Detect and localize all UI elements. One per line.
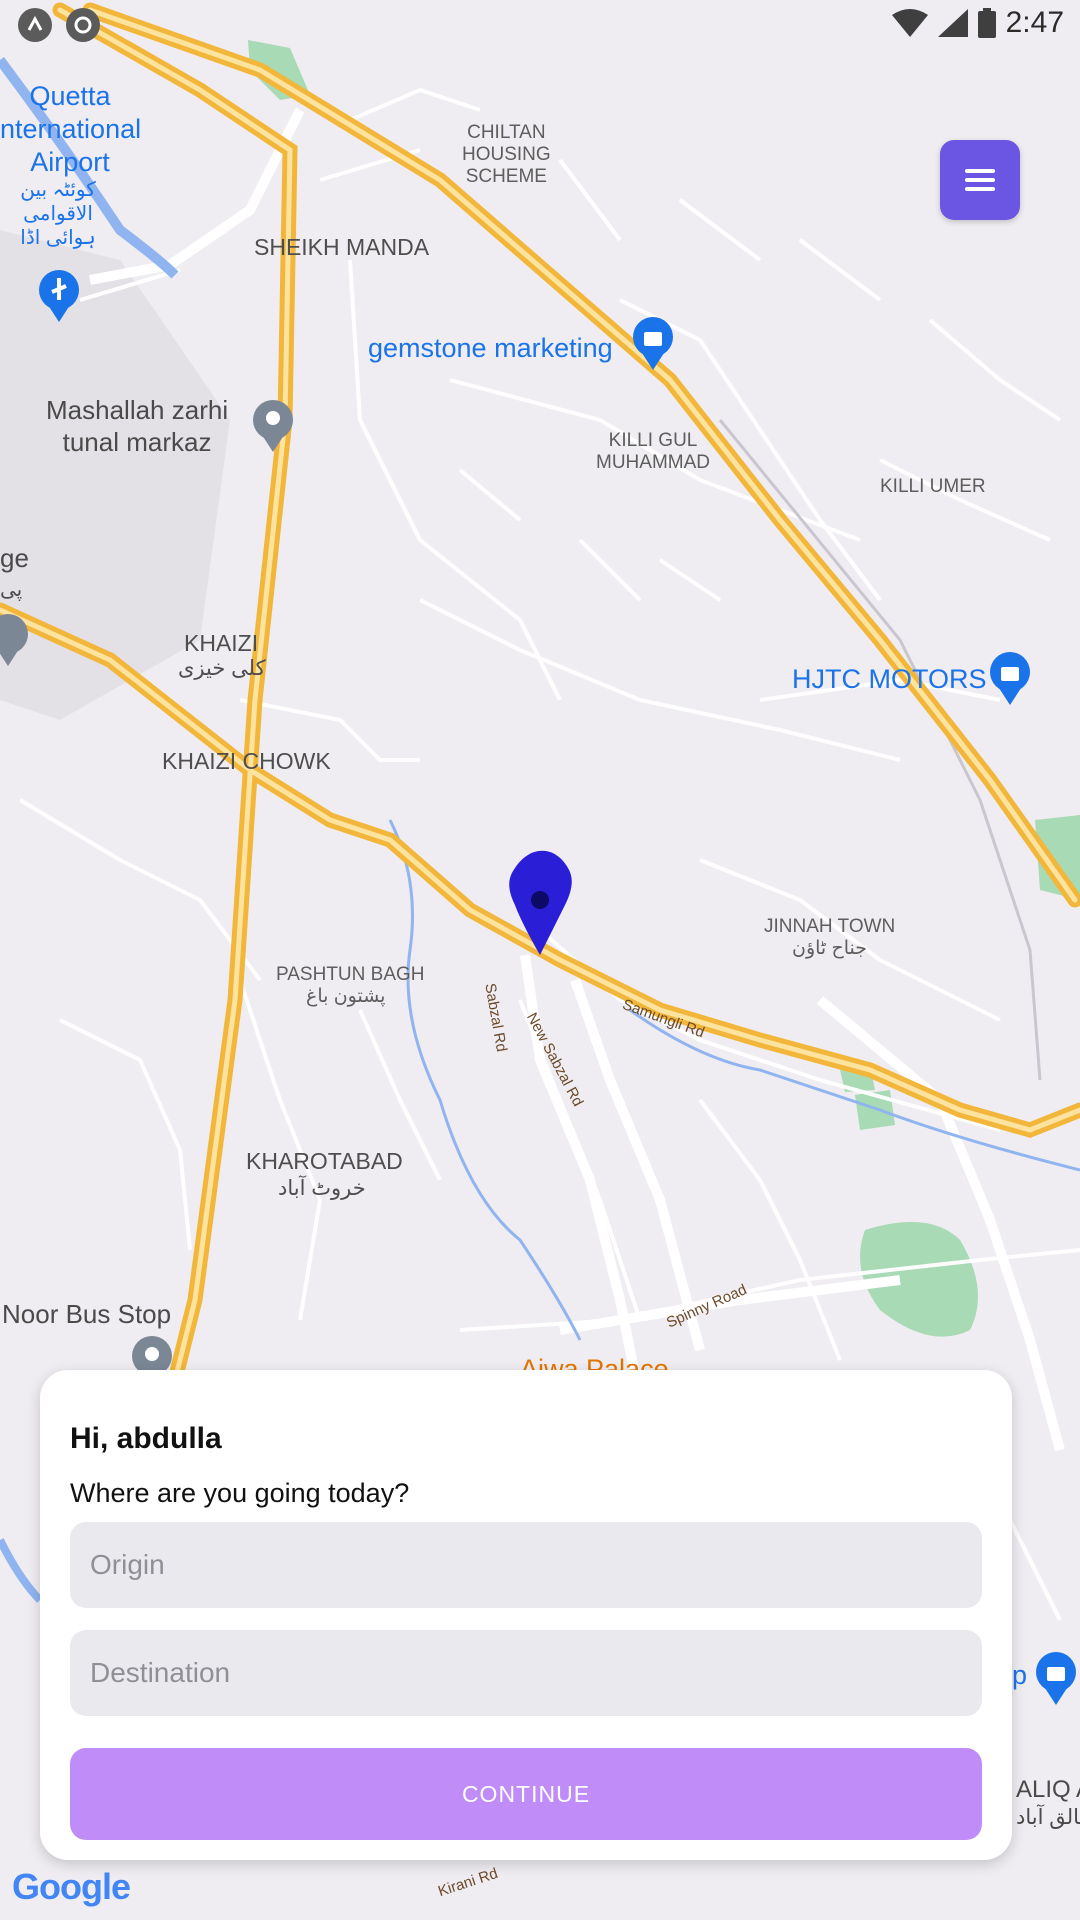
map-label-kharotabad: KHAROTABAD [246, 1148, 403, 1174]
status-bar: 2:47 [0, 0, 1080, 52]
map-label-khaizi-urdu: کلی خیزی [178, 657, 266, 680]
hamburger-icon [965, 169, 995, 191]
map-label-killi-umer: KILLI UMER [880, 476, 986, 497]
map-label-partial: p [1012, 1660, 1028, 1690]
menu-button[interactable] [940, 140, 1020, 220]
cell-signal-icon [937, 9, 968, 37]
app-notification-icon [18, 8, 52, 42]
continue-button[interactable]: CONTINUE [70, 1748, 982, 1840]
map-label-pashtun-bagh-urdu: پشتون باغ [306, 986, 386, 1007]
wifi-icon [891, 9, 928, 37]
map-label-gemstone[interactable]: gemstone marketing [368, 333, 613, 364]
map-label-airport: Quetta nternational Airport [0, 81, 142, 177]
trip-card: Hi, abdulla Where are you going today? C… [40, 1370, 1012, 1860]
map-label-chiltan: CHILTAN HOUSING SCHEME [462, 122, 551, 187]
destination-input[interactable] [70, 1630, 982, 1716]
map-label-ge-urdu: پی [0, 579, 23, 601]
map-label-aliq-urdu: خالق آباد [1016, 1806, 1080, 1829]
origin-input[interactable] [70, 1522, 982, 1608]
map-label-hjtc[interactable]: HJTC MOTORS [792, 664, 987, 695]
map-label-airport-urdu: کوئٹہ بین الاقوامی ہوائی اڈا [20, 179, 96, 249]
battery-icon [977, 8, 996, 38]
map-label-sheikh-manda: SHEIKH MANDA [254, 234, 430, 260]
map-label-kharotabad-urdu: خروٹ آباد [278, 1177, 366, 1200]
map-label-pashtun-bagh: PASHTUN BAGH [276, 964, 425, 985]
status-time: 2:47 [1005, 6, 1064, 39]
map-label-jinnah-town: JINNAH TOWN [764, 916, 896, 937]
map-label-noor-bus-stop[interactable]: Noor Bus Stop [2, 1298, 171, 1330]
map-label-ge: ge [0, 543, 29, 573]
google-logo-text: Google [12, 1866, 131, 1907]
google-logo: Google [12, 1866, 131, 1908]
map-label-jinnah-town-urdu: جناح ٹاؤن [792, 938, 868, 959]
greeting-title: Hi, abdulla [70, 1422, 222, 1455]
map-label-khaizi-chowk: KHAIZI CHOWK [162, 748, 331, 774]
map-label-mashallah[interactable]: Mashallah zarhi tunal markaz [46, 394, 228, 458]
map-label-khaizi: KHAIZI [184, 630, 259, 656]
sync-notification-icon [66, 8, 100, 42]
map-label-killi-gul: KILLI GUL MUHAMMAD [596, 430, 710, 473]
prompt-text: Where are you going today? [70, 1478, 410, 1508]
